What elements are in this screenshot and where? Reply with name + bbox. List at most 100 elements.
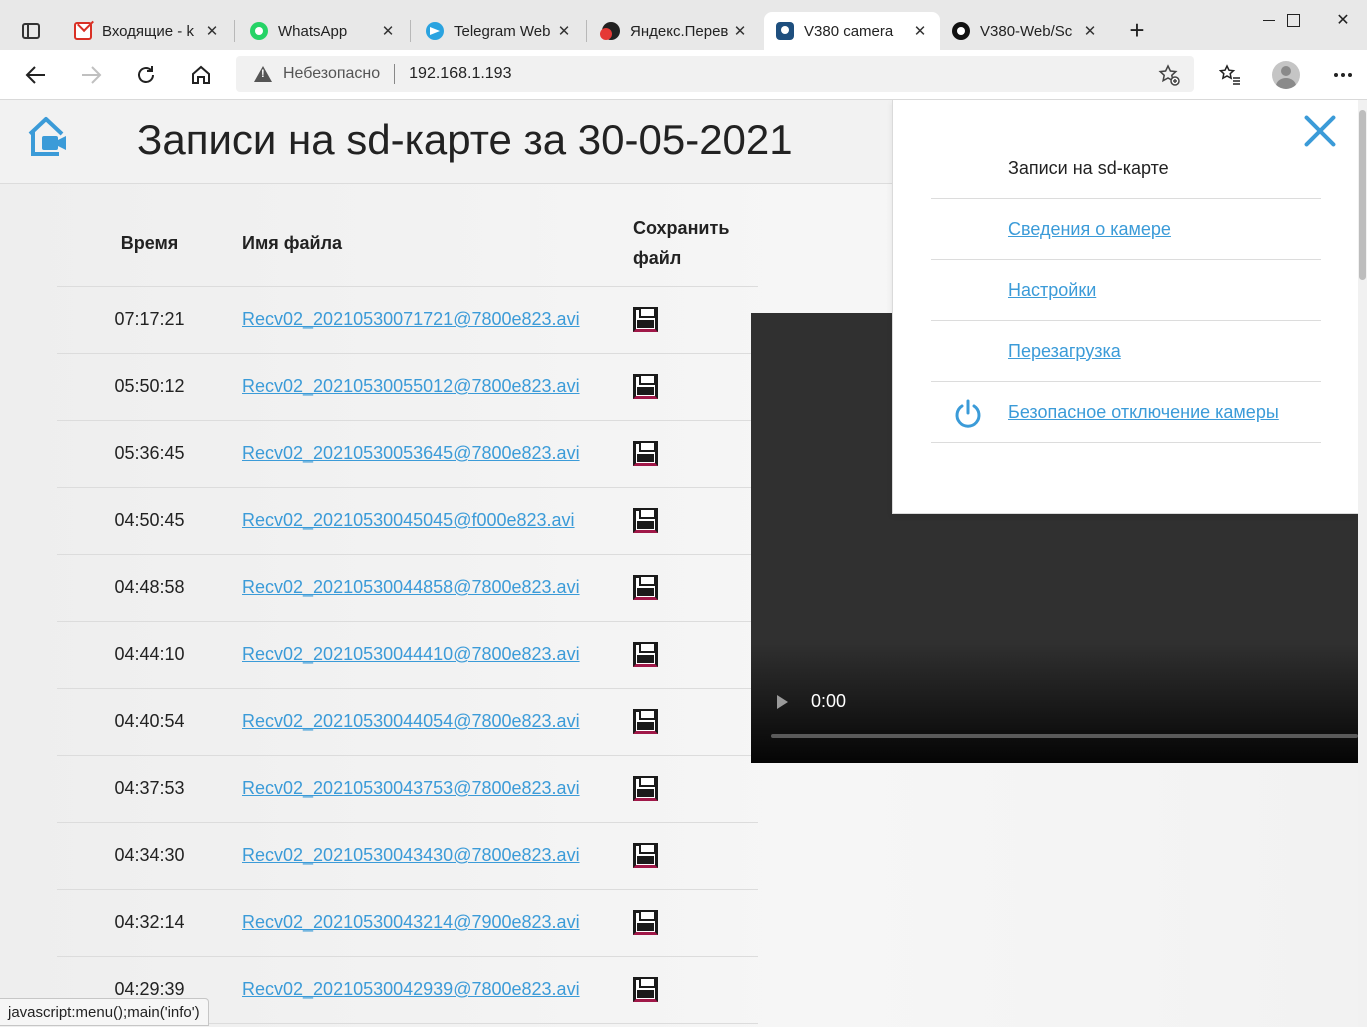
row-time: 04:37:53 [57, 755, 242, 823]
forward-arrow-icon[interactable] [75, 60, 107, 90]
file-link[interactable]: Recv02_20210530042939@7800e823.avi [242, 979, 580, 999]
row-file-cell: Recv02_20210530045045@f000e823.avi [242, 487, 633, 555]
menu-item[interactable]: Перезагрузка [931, 321, 1321, 382]
scrollbar-thumb[interactable] [1359, 110, 1366, 280]
menu-item-label: Записи на sd-карте [1008, 157, 1169, 178]
tab-separator [234, 20, 235, 42]
row-time: 05:36:45 [57, 420, 242, 488]
browser-tab[interactable]: Яндекс.Перев ✕ [590, 12, 760, 50]
url-text[interactable]: 192.168.1.193 [409, 65, 511, 83]
more-menu-icon[interactable] [1327, 60, 1359, 90]
video-progress-track[interactable] [771, 734, 1358, 738]
save-floppy-icon[interactable] [633, 374, 658, 399]
menu-item[interactable]: Сведения о камере [931, 199, 1321, 260]
save-floppy-icon[interactable] [633, 977, 658, 1002]
save-floppy-icon[interactable] [633, 642, 658, 667]
table-row: 04:32:14 Recv02_20210530043214@7900e823.a… [57, 889, 758, 957]
file-link[interactable]: Recv02_20210530044054@7800e823.avi [242, 711, 580, 731]
row-save-cell [633, 822, 758, 890]
menu-item[interactable]: Настройки [931, 260, 1321, 321]
row-file-cell: Recv02_20210530043430@7800e823.avi [242, 822, 633, 890]
file-link[interactable]: Recv02_20210530045045@f000e823.avi [242, 510, 575, 530]
gmail-icon [74, 22, 92, 40]
row-save-cell [633, 889, 758, 957]
file-link[interactable]: Recv02_20210530044410@7800e823.avi [242, 644, 580, 664]
menu-item-label[interactable]: Перезагрузка [1008, 341, 1121, 362]
row-file-cell: Recv02_20210530042939@7800e823.avi [242, 956, 633, 1024]
row-time: 05:50:12 [57, 353, 242, 421]
play-icon[interactable] [777, 695, 788, 709]
row-save-cell [633, 554, 758, 622]
security-label[interactable]: Небезопасно [283, 65, 380, 83]
browser-tab[interactable]: V380 camera ✕ [764, 12, 940, 50]
warning-icon [254, 66, 272, 82]
url-separator [394, 64, 396, 84]
save-floppy-icon[interactable] [633, 843, 658, 868]
table-row: 04:40:54 Recv02_20210530044054@7800e823.a… [57, 688, 758, 756]
browser-tab[interactable]: V380-Web/Sc ✕ [940, 12, 1110, 50]
window-close-icon[interactable]: ✕ [1320, 0, 1366, 40]
table-row: 05:50:12 Recv02_20210530055012@7800e823.a… [57, 353, 758, 421]
menu-item[interactable]: Безопасное отключение камеры [931, 382, 1321, 443]
file-link[interactable]: Recv02_20210530043430@7800e823.avi [242, 845, 580, 865]
page-content: Записи на sd-карте за 30-05-2021 Время И… [0, 100, 1358, 1027]
favorites-icon[interactable] [1214, 60, 1246, 90]
tab-close-icon[interactable]: ✕ [200, 22, 224, 40]
save-floppy-icon[interactable] [633, 709, 658, 734]
save-floppy-icon[interactable] [633, 441, 658, 466]
tab-label: Входящие - k [102, 22, 194, 40]
menu-item-label[interactable]: Сведения о камере [1008, 219, 1171, 240]
save-floppy-icon[interactable] [633, 575, 658, 600]
tab-label: V380-Web/Sc [980, 22, 1073, 40]
tab-bar: Входящие - k ✕ WhatsApp ✕ Telegram Web ✕ Яндек… [0, 0, 1367, 50]
table-header-row: Время Имя файла Сохранить файл [57, 200, 758, 287]
save-floppy-icon[interactable] [633, 307, 658, 332]
refresh-icon[interactable] [130, 60, 162, 90]
browser-tab[interactable]: Telegram Web ✕ [414, 12, 584, 50]
power-icon [953, 398, 983, 428]
menu-list: Записи на sd-карте Сведения о камере Настр… [931, 138, 1321, 443]
row-time: 04:32:14 [57, 889, 242, 957]
maximize-icon[interactable] [1270, 0, 1316, 40]
save-floppy-icon[interactable] [633, 910, 658, 935]
file-link[interactable]: Recv02_20210530043214@7900e823.avi [242, 912, 580, 932]
row-file-cell: Recv02_20210530044054@7800e823.avi [242, 688, 633, 756]
row-file-cell: Recv02_20210530044858@7800e823.avi [242, 554, 633, 622]
file-link[interactable]: Recv02_20210530044858@7800e823.avi [242, 577, 580, 597]
page-scrollbar[interactable] [1358, 100, 1367, 1027]
add-favorite-icon[interactable] [1158, 64, 1180, 91]
save-floppy-icon[interactable] [633, 776, 658, 801]
back-arrow-icon[interactable] [20, 60, 52, 90]
tab-close-icon[interactable]: ✕ [908, 22, 932, 40]
tab-close-icon[interactable]: ✕ [728, 22, 752, 40]
file-link[interactable]: Recv02_20210530053645@7800e823.avi [242, 443, 580, 463]
browser-tab[interactable]: WhatsApp ✕ [238, 12, 408, 50]
file-link[interactable]: Recv02_20210530071721@7800e823.avi [242, 309, 580, 329]
browser-tab[interactable]: Входящие - k ✕ [62, 12, 232, 50]
home-icon[interactable] [185, 60, 217, 90]
file-link[interactable]: Recv02_20210530055012@7800e823.avi [242, 376, 580, 396]
new-tab-button[interactable]: + [1124, 17, 1150, 44]
profile-avatar[interactable] [1272, 61, 1300, 89]
row-save-cell [633, 286, 758, 354]
address-bar[interactable]: Небезопасно 192.168.1.193 [236, 56, 1194, 92]
tab-actions-icon[interactable] [14, 17, 48, 45]
tab-close-icon[interactable]: ✕ [376, 22, 400, 40]
file-link[interactable]: Recv02_20210530043753@7800e823.avi [242, 778, 580, 798]
save-floppy-icon[interactable] [633, 508, 658, 533]
table-row: 04:48:58 Recv02_20210530044858@7800e823.a… [57, 554, 758, 622]
menu-item[interactable]: Записи на sd-карте [931, 138, 1321, 199]
table-row: 07:17:21 Recv02_20210530071721@7800e823.a… [57, 286, 758, 354]
menu-item-label[interactable]: Настройки [1008, 280, 1096, 301]
home-camera-icon[interactable] [26, 114, 70, 158]
row-save-cell [633, 956, 758, 1024]
tab-label: Яндекс.Перев [630, 22, 728, 40]
status-link-preview: javascript:menu();main('info') [0, 998, 209, 1026]
table-row: 05:36:45 Recv02_20210530053645@7800e823.a… [57, 420, 758, 488]
tab-close-icon[interactable]: ✕ [552, 22, 576, 40]
menu-item-label[interactable]: Безопасное отключение камеры [1008, 402, 1279, 423]
table-row: 04:34:30 Recv02_20210530043430@7800e823.a… [57, 822, 758, 890]
tab-close-icon[interactable]: ✕ [1078, 22, 1102, 40]
header-save: Сохранить файл [633, 200, 758, 287]
yandex-translate-icon [600, 22, 620, 40]
